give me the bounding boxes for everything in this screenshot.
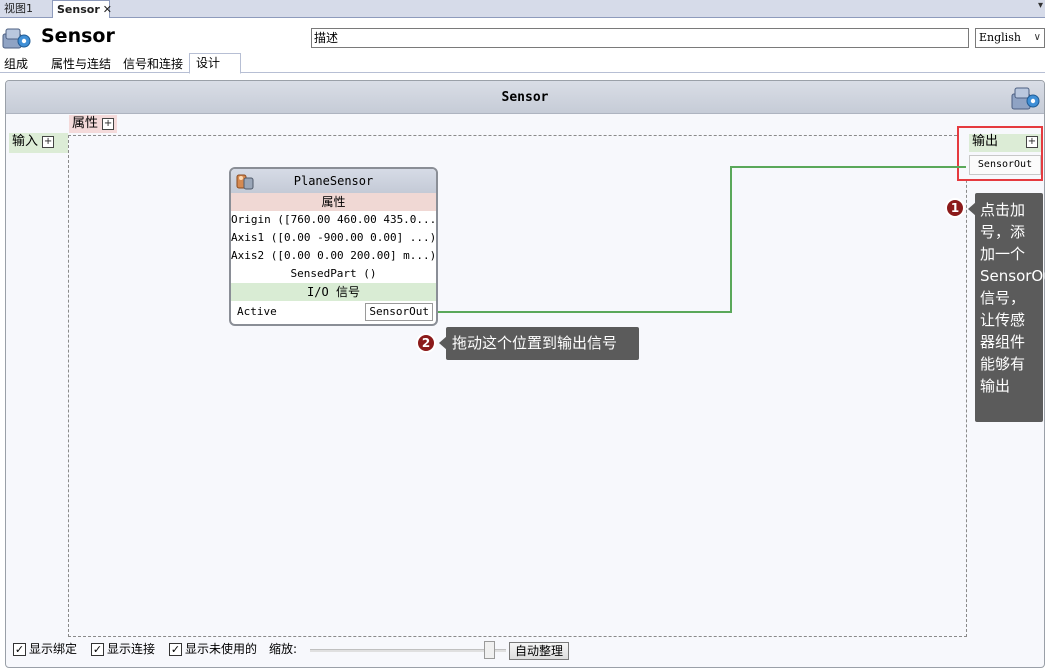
- outputs-header: 输出 +: [969, 134, 1041, 152]
- component-header: Sensor 描述 English ∨: [0, 18, 1045, 56]
- tab-signals-connections[interactable]: 信号和连接: [123, 55, 183, 73]
- node-properties-header: 属性: [231, 193, 436, 211]
- language-value: English: [979, 31, 1021, 44]
- design-canvas[interactable]: [68, 135, 967, 637]
- show-connections-checkbox[interactable]: ✓ 显示连接: [91, 642, 155, 658]
- add-output-button[interactable]: +: [1026, 136, 1038, 148]
- tab-properties-bindings[interactable]: 属性与连结: [51, 55, 111, 73]
- node-property-sensedpart[interactable]: SensedPart (): [231, 265, 436, 283]
- description-field[interactable]: 描述: [311, 28, 969, 48]
- add-property-button[interactable]: +: [102, 117, 115, 130]
- show-unused-checkbox[interactable]: ✓ 显示未使用的: [169, 642, 257, 658]
- tab-view1[interactable]: 视图1: [0, 0, 50, 18]
- node-output-sensorout[interactable]: SensorOut: [365, 303, 433, 321]
- show-connections-label: 显示连接: [107, 642, 156, 656]
- plane-sensor-node[interactable]: PlaneSensor 属性 Origin ([760.00 460.00 43…: [229, 167, 438, 326]
- inputs-header: 输入 +: [9, 133, 68, 153]
- component-gear-icon: [1011, 87, 1040, 110]
- inputs-label: 输入: [12, 134, 39, 149]
- show-unused-label: 显示未使用的: [185, 642, 258, 656]
- outputs-label: 输出: [972, 134, 999, 149]
- tab-sensor-label: Sensor: [57, 3, 100, 16]
- footer-bar: ✓ 显示绑定 ✓ 显示连接 ✓ 显示未使用的 缩放: 自动整理: [6, 638, 1036, 662]
- language-select[interactable]: English ∨: [975, 28, 1045, 48]
- node-title: PlaneSensor: [293, 174, 374, 188]
- node-io-row: Active SensorOut: [231, 301, 436, 323]
- show-bindings-checkbox[interactable]: ✓ 显示绑定: [13, 642, 77, 658]
- node-property-axis2[interactable]: Axis2 ([0.00 0.00 200.00] m...): [231, 247, 436, 265]
- panel-title: Sensor: [501, 90, 549, 105]
- zoom-slider-track[interactable]: [310, 649, 506, 652]
- checkbox-checked-icon[interactable]: ✓: [91, 643, 104, 656]
- panel-title-bar: Sensor: [6, 81, 1044, 114]
- tab-compose[interactable]: 组成: [4, 55, 28, 73]
- component-gear-icon: [2, 28, 31, 49]
- chevron-down-icon[interactable]: ▾: [1038, 0, 1043, 11]
- close-icon[interactable]: ✕: [103, 3, 112, 16]
- node-property-origin[interactable]: Origin ([760.00 460.00 435.0...): [231, 211, 436, 229]
- zoom-label: 缩放:: [269, 642, 298, 656]
- component-title: Sensor: [41, 25, 115, 47]
- callout-2-badge: 2: [416, 333, 436, 353]
- node-property-axis1[interactable]: Axis1 ([0.00 -900.00 0.00] ...): [231, 229, 436, 247]
- outputs-highlight-box: 输出 + SensorOut: [957, 126, 1043, 181]
- design-panel: Sensor 属性 + 输入 + PlaneSensor 属性 Origin ([7…: [5, 80, 1045, 668]
- checkbox-checked-icon[interactable]: ✓: [169, 643, 182, 656]
- zoom-slider-thumb[interactable]: [483, 641, 495, 659]
- node-input-active[interactable]: Active: [237, 305, 277, 318]
- node-io-header: I/O 信号: [231, 283, 436, 301]
- chevron-down-icon: ∨: [1033, 32, 1041, 43]
- checkbox-checked-icon[interactable]: ✓: [13, 643, 26, 656]
- output-port-sensorout[interactable]: SensorOut: [969, 155, 1041, 175]
- add-input-button[interactable]: +: [42, 135, 55, 148]
- auto-arrange-button[interactable]: 自动整理: [509, 642, 569, 660]
- document-tab-strip: 视图1 Sensor ✕ ▾: [0, 0, 1045, 19]
- callout-1: 点击加号，添加一个SensorOut信号，让传感器组件能够有输出: [975, 193, 1045, 422]
- tab-design[interactable]: 设计: [189, 53, 241, 74]
- tab-sensor[interactable]: Sensor ✕: [52, 0, 112, 19]
- properties-header: 属性 +: [69, 115, 118, 133]
- properties-label: 属性: [72, 116, 99, 131]
- show-bindings-label: 显示绑定: [29, 642, 78, 656]
- editor-tab-bar: 组成 属性与连结 信号和连接 设计: [0, 53, 1045, 74]
- callout-1-badge: 1: [945, 198, 965, 218]
- callout-2: 拖动这个位置到输出信号: [446, 327, 639, 360]
- node-header[interactable]: PlaneSensor: [231, 169, 436, 193]
